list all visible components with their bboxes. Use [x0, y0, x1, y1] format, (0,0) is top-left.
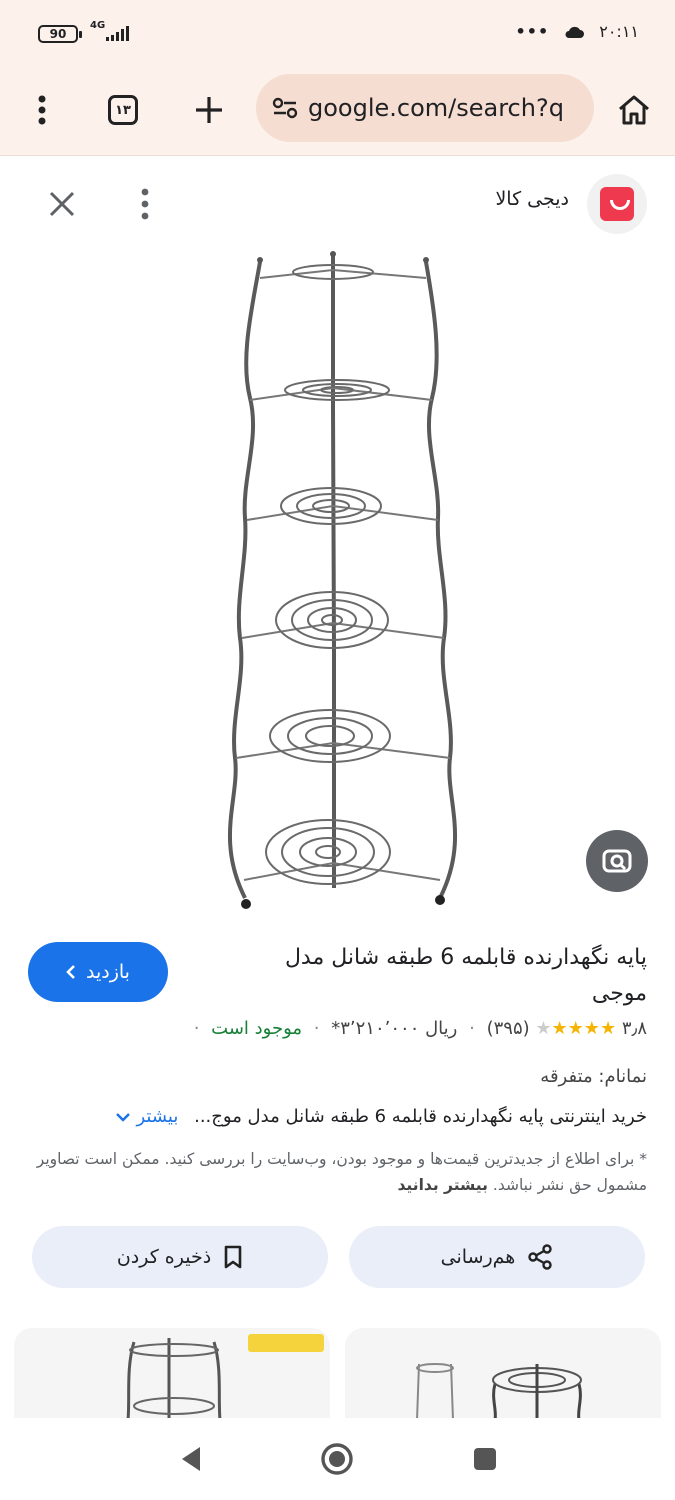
- price: ریال ۳٬۲۱۰٬۰۰۰*: [331, 1018, 458, 1039]
- save-label: ذخیره کردن: [116, 1246, 212, 1268]
- url-text: google.com/search?q: [308, 94, 564, 122]
- description-text: خرید اینترنتی پایه نگهدارنده قابلمه 6 طب…: [194, 1106, 647, 1127]
- more-vert-icon[interactable]: [128, 182, 162, 226]
- clock: ۲۰:۱۱: [599, 22, 639, 41]
- new-tab-icon[interactable]: [187, 88, 231, 132]
- star-rating: ★★★★★: [535, 1018, 617, 1039]
- save-button[interactable]: ذخیره کردن: [32, 1226, 328, 1288]
- lens-icon[interactable]: [586, 830, 648, 892]
- tab-count: ۱۳: [108, 95, 138, 125]
- status-bar: 90 4G ••• ۲۰:۱۱: [0, 0, 675, 68]
- close-icon[interactable]: [40, 182, 84, 226]
- status-right: ••• ۲۰:۱۱: [516, 22, 639, 41]
- site-settings-icon[interactable]: [272, 97, 298, 119]
- product-meta: ۳٫۸ ★★★★★ (۳۹۵) · ریال ۳٬۲۱۰٬۰۰۰* · موجو…: [193, 1018, 647, 1039]
- network-type: 4G: [90, 20, 106, 31]
- related-image: [416, 1363, 582, 1420]
- site-logo[interactable]: [587, 174, 647, 234]
- product-image[interactable]: [200, 248, 475, 916]
- share-label: هم‌رسانی: [440, 1246, 516, 1268]
- menu-icon[interactable]: [20, 88, 64, 132]
- related-image: [126, 1334, 324, 1420]
- share-button[interactable]: هم‌رسانی: [349, 1226, 645, 1288]
- signal-icon: [106, 26, 129, 41]
- recents-icon[interactable]: [472, 1446, 498, 1476]
- review-count: (۳۹۵): [486, 1018, 530, 1039]
- stock-status: موجود است: [211, 1018, 303, 1039]
- bookmark-icon: [224, 1245, 242, 1269]
- cloud-icon: [565, 26, 585, 38]
- more-link[interactable]: بیشتر: [115, 1106, 179, 1127]
- home-nav-icon[interactable]: [320, 1442, 354, 1480]
- visit-label: بازدید: [86, 961, 130, 983]
- site-name[interactable]: دیجی کالا: [495, 188, 569, 210]
- visit-button[interactable]: بازدید: [28, 942, 168, 1002]
- product-title: پایه نگهدارنده قابلمه 6 طبقه شانل مدل مو…: [284, 945, 647, 1006]
- panel-header: دیجی کالا: [0, 160, 675, 240]
- home-icon[interactable]: [612, 88, 656, 132]
- chevron-down-icon: [115, 1113, 130, 1122]
- share-icon: [528, 1244, 553, 1270]
- notification-dots: •••: [515, 22, 550, 41]
- rating-value: ۳٫۸: [621, 1018, 647, 1039]
- digikala-logo-icon: [600, 187, 634, 221]
- disclaimer-text: * برای اطلاع از جدیدترین قیمت‌ها و موجود…: [36, 1150, 647, 1194]
- battery-icon: 90: [38, 25, 82, 43]
- back-icon[interactable]: [178, 1444, 204, 1478]
- product-description: خرید اینترنتی پایه نگهدارنده قابلمه 6 طب…: [27, 1106, 647, 1127]
- address-bar[interactable]: google.com/search?q: [256, 74, 594, 142]
- browser-toolbar: ۱۳ google.com/search?q: [0, 68, 675, 156]
- more-label: بیشتر: [136, 1106, 179, 1127]
- disclaimer: * برای اطلاع از جدیدترین قیمت‌ها و موجود…: [27, 1146, 647, 1198]
- related-image-card[interactable]: [14, 1328, 330, 1420]
- learn-more-link[interactable]: بیشتر بدانید: [397, 1176, 487, 1194]
- brand-label: نمانام: متفرقه: [540, 1066, 647, 1087]
- related-image-card[interactable]: [345, 1328, 661, 1420]
- system-nav-bar: [0, 1418, 675, 1500]
- tabs-icon[interactable]: ۱۳: [101, 88, 145, 132]
- battery-level: 90: [49, 27, 67, 41]
- chevron-left-icon: [66, 965, 75, 979]
